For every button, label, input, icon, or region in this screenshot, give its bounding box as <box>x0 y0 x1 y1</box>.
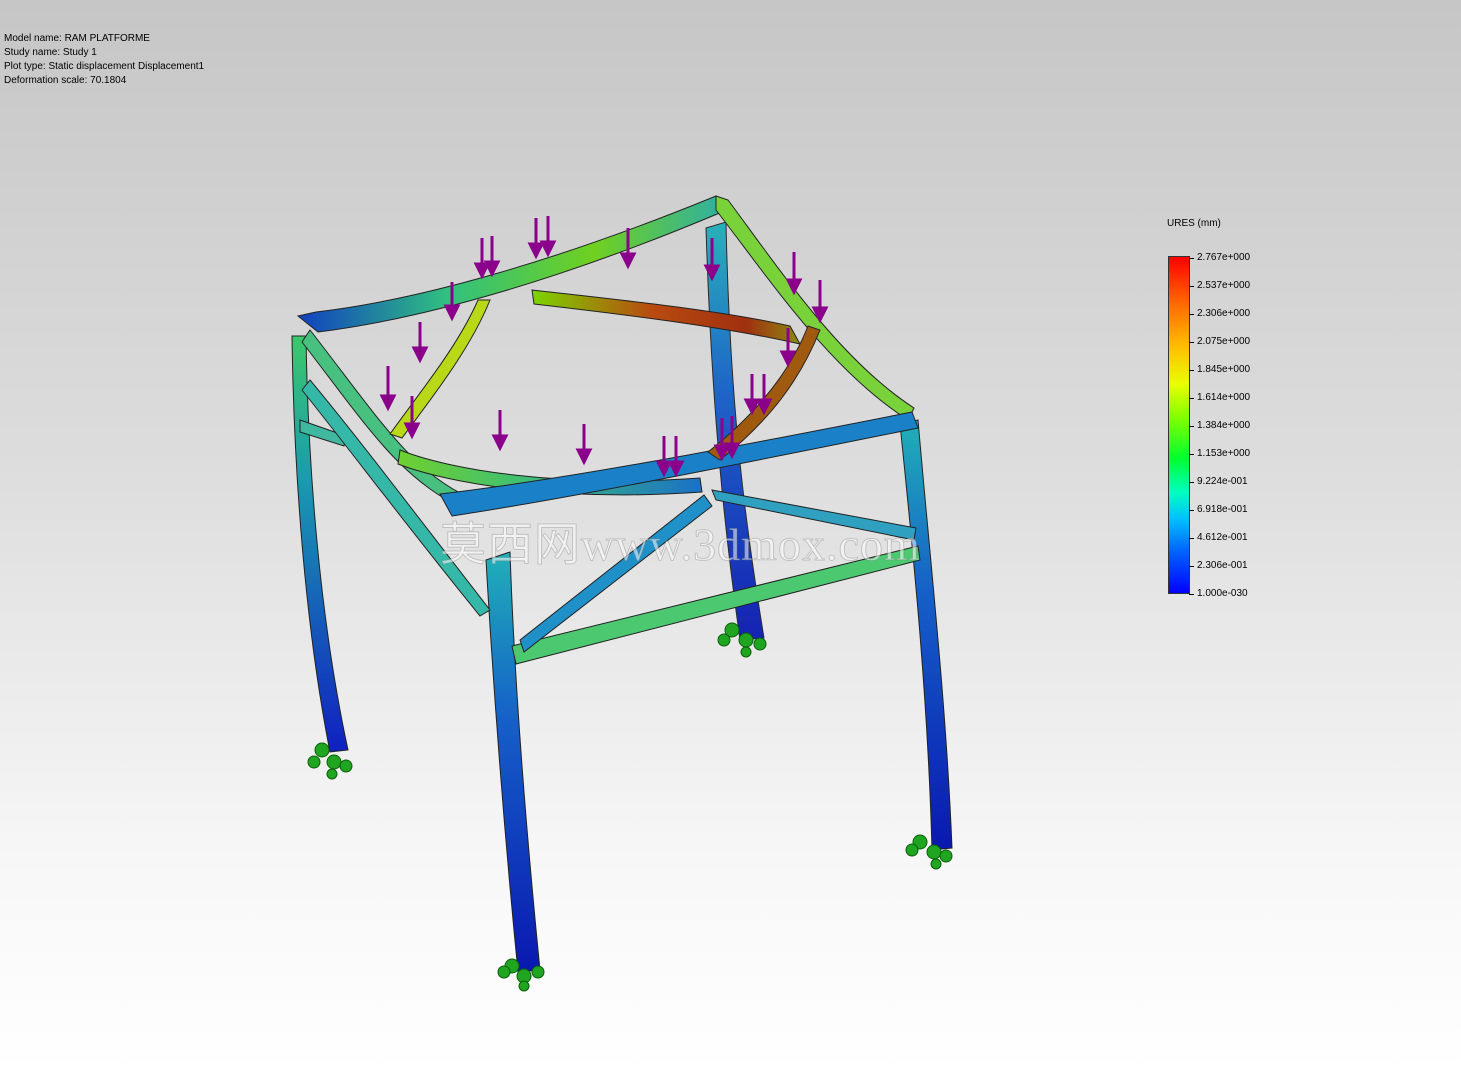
legend-tick-label: 2.306e-001 <box>1197 560 1248 571</box>
legend-tick-label: 9.224e-001 <box>1197 476 1248 487</box>
load-arrow <box>743 374 761 416</box>
legend-tick-mark <box>1189 370 1194 371</box>
legend-tick-mark <box>1189 342 1194 343</box>
legend-tick-label: 6.918e-001 <box>1197 504 1248 515</box>
legend-tick-label: 2.075e+000 <box>1197 336 1251 347</box>
legend-tick-mark <box>1189 594 1194 595</box>
legend-title: URES (mm) <box>1167 218 1221 229</box>
legend-tick-label: 2.537e+000 <box>1197 280 1251 291</box>
load-arrow <box>491 410 509 452</box>
legend-tick-label: 1.000e-030 <box>1197 588 1248 599</box>
color-legend: URES (mm) 2.767e+000 2.537e+000 2.306e+000… <box>1166 218 1306 599</box>
legend-tick-label: 2.767e+000 <box>1197 252 1251 263</box>
frame-top-beams[interactable] <box>296 195 919 517</box>
legend-tick-mark <box>1189 538 1194 539</box>
legend-tick-label: 4.612e-001 <box>1197 532 1248 543</box>
load-arrow <box>575 424 593 466</box>
legend-tick-mark <box>1189 482 1194 483</box>
legend-tick-mark <box>1189 398 1194 399</box>
legend-tick-label: 1.384e+000 <box>1197 420 1251 431</box>
load-arrow <box>379 366 397 412</box>
fixtures <box>307 622 953 992</box>
legend-tick-label: 1.153e+000 <box>1197 448 1251 459</box>
legend-tick-mark <box>1189 510 1194 511</box>
load-arrow <box>527 218 545 260</box>
load-arrow <box>811 280 829 324</box>
load-arrow <box>667 436 685 478</box>
legend-tick-label: 2.306e+000 <box>1197 308 1251 319</box>
load-arrow <box>655 436 673 478</box>
load-arrow <box>539 216 557 258</box>
load-arrow <box>483 236 501 278</box>
legend-tick-mark <box>1189 286 1194 287</box>
load-arrow <box>473 238 491 280</box>
legend-tick-label: 1.845e+000 <box>1197 364 1251 375</box>
legend-tick-mark <box>1189 426 1194 427</box>
legend-tick-label: 1.614e+000 <box>1197 392 1251 403</box>
legend-tick-mark <box>1189 454 1194 455</box>
legend-tick-mark <box>1189 566 1194 567</box>
load-arrow <box>785 252 803 296</box>
legend-tick-mark <box>1189 314 1194 315</box>
watermark-text: 莫西网www.3dmox.com <box>440 519 921 571</box>
frame-legs[interactable] <box>291 221 953 973</box>
legend-tick-mark <box>1189 258 1194 259</box>
load-arrow <box>411 322 429 364</box>
legend-colorbar <box>1168 256 1190 594</box>
